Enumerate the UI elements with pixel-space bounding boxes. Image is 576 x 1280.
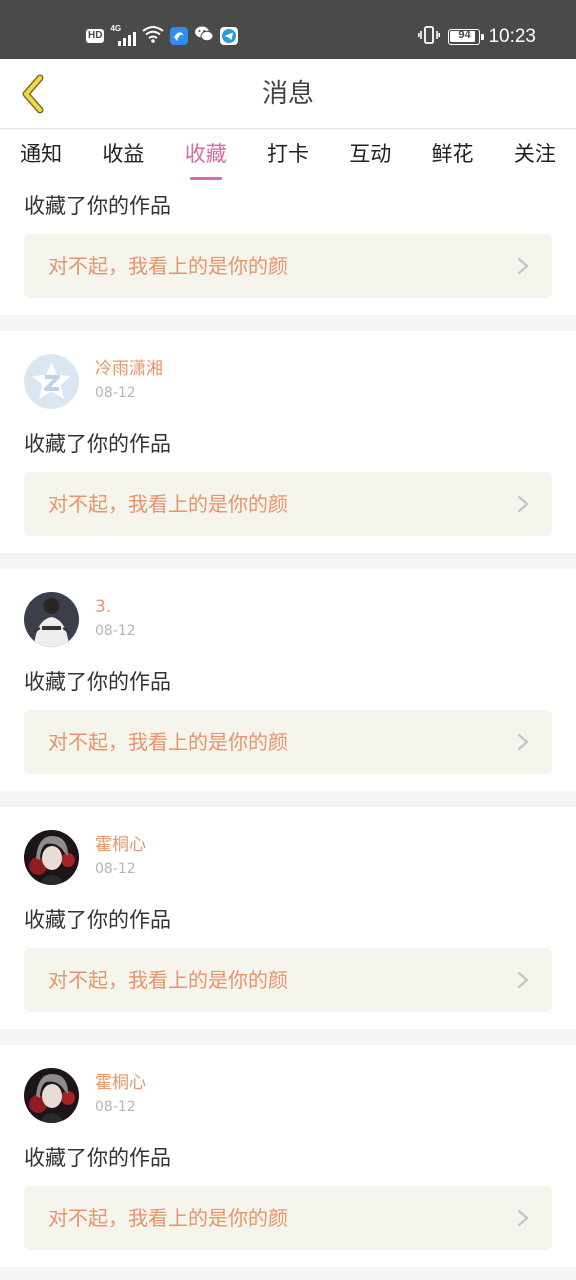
- tab-label: 互动: [349, 142, 392, 166]
- action-text: 收藏了你的作品: [24, 432, 171, 456]
- signal-4g-icon: 4G: [110, 24, 137, 46]
- action-text: 收藏了你的作品: [24, 908, 171, 932]
- work-title: 对不起，我看上的是你的颜: [48, 492, 288, 516]
- user-meta: 3. 08-12: [95, 596, 136, 642]
- tab-flowers[interactable]: 鲜花: [411, 130, 493, 186]
- list-item: 3. 08-12 收藏了你的作品 对不起，我看上的是你的颜: [0, 569, 576, 791]
- hd-icon: HD: [86, 29, 105, 43]
- date-label: 08-12: [95, 385, 136, 401]
- status-icons-left: HD 4G: [86, 24, 239, 48]
- user-meta: 霍桐心 08-12: [95, 1072, 146, 1118]
- vibrate-icon: [418, 25, 441, 49]
- tab-label: 鲜花: [431, 142, 474, 166]
- page-title: 消息: [261, 79, 314, 109]
- wifi-icon: [142, 25, 165, 47]
- work-title: 对不起，我看上的是你的颜: [48, 254, 288, 278]
- tab-follow[interactable]: 关注: [494, 130, 576, 186]
- chevron-right-icon: [517, 257, 529, 275]
- work-title: 对不起，我看上的是你的颜: [48, 730, 288, 754]
- battery-icon: 94: [448, 29, 485, 45]
- list-item: 霍桐心 08-12 收藏了你的作品 对不起，我看上的是你的颜: [0, 807, 576, 1029]
- user-row[interactable]: 霍桐心 08-12: [24, 829, 146, 885]
- title-bar: 消息: [0, 59, 576, 129]
- user-row[interactable]: 3. 08-12: [24, 591, 136, 647]
- tab-label: 关注: [513, 142, 556, 166]
- user-name[interactable]: 3.: [95, 596, 136, 618]
- app-notify-icon: [170, 27, 189, 45]
- user-name[interactable]: 霍桐心: [95, 1072, 146, 1094]
- work-link[interactable]: 对不起，我看上的是你的颜: [24, 472, 552, 536]
- chevron-right-icon: [517, 971, 529, 989]
- message-list: 收藏了你的作品 对不起，我看上的是你的颜 冷雨潇湘 08-12 收藏了你的作品 …: [0, 186, 576, 1280]
- date-label: 08-12: [95, 623, 136, 639]
- chevron-right-icon: [517, 733, 529, 751]
- user-row[interactable]: 霍桐心 08-12: [24, 1067, 146, 1123]
- wechat-icon: [194, 25, 214, 47]
- user-name[interactable]: 冷雨潇湘: [95, 358, 163, 380]
- tab-label: 收藏: [184, 142, 227, 166]
- list-item: 冷雨潇湘 08-12 收藏了你的作品 对不起，我看上的是你的颜: [0, 331, 576, 553]
- tab-checkin[interactable]: 打卡: [247, 130, 329, 186]
- action-text: 收藏了你的作品: [24, 670, 171, 694]
- work-link[interactable]: 对不起，我看上的是你的颜: [24, 948, 552, 1012]
- app-telegram-icon: [220, 27, 239, 45]
- chevron-right-icon: [517, 495, 529, 513]
- tab-label: 收益: [102, 142, 145, 166]
- user-name[interactable]: 霍桐心: [95, 834, 146, 856]
- work-title: 对不起，我看上的是你的颜: [48, 1206, 288, 1230]
- tab-earnings[interactable]: 收益: [82, 130, 164, 186]
- tab-favorites[interactable]: 收藏: [165, 130, 247, 186]
- tab-label: 打卡: [266, 142, 309, 166]
- clock: 10:23: [488, 26, 536, 47]
- work-link[interactable]: 对不起，我看上的是你的颜: [24, 234, 552, 298]
- date-label: 08-12: [95, 1099, 136, 1115]
- active-tab-indicator: [189, 177, 222, 180]
- date-label: 08-12: [95, 861, 136, 877]
- battery-level: 94: [458, 29, 471, 41]
- status-icons-right: 94 10:23: [418, 24, 536, 50]
- work-title: 对不起，我看上的是你的颜: [48, 968, 288, 992]
- user-row[interactable]: 冷雨潇湘 08-12: [24, 353, 163, 409]
- qq-default-avatar[interactable]: [24, 353, 79, 409]
- work-link[interactable]: 对不起，我看上的是你的颜: [24, 710, 552, 774]
- tab-notice[interactable]: 通知: [0, 130, 82, 186]
- tab-label: 通知: [20, 142, 63, 166]
- person-photo-avatar[interactable]: [24, 591, 79, 647]
- user-meta: 霍桐心 08-12: [95, 834, 146, 880]
- work-link[interactable]: 对不起，我看上的是你的颜: [24, 1186, 552, 1250]
- action-text: 收藏了你的作品: [24, 194, 171, 218]
- user-meta: 冷雨潇湘 08-12: [95, 358, 163, 404]
- action-text: 收藏了你的作品: [24, 1146, 171, 1170]
- tab-interaction[interactable]: 互动: [329, 130, 411, 186]
- list-item: 霍桐心 08-12 收藏了你的作品 对不起，我看上的是你的颜: [0, 1045, 576, 1267]
- chevron-left-icon: [22, 74, 44, 114]
- back-button[interactable]: [10, 71, 56, 117]
- list-item: 收藏了你的作品 对不起，我看上的是你的颜: [0, 186, 576, 315]
- anime-avatar[interactable]: [24, 829, 79, 885]
- chevron-right-icon: [517, 1209, 529, 1227]
- tab-bar: 通知 收益 收藏 打卡 互动 鲜花 关注: [0, 130, 576, 186]
- anime-avatar[interactable]: [24, 1067, 79, 1123]
- status-bar: HD 4G 94 10:23: [0, 0, 576, 59]
